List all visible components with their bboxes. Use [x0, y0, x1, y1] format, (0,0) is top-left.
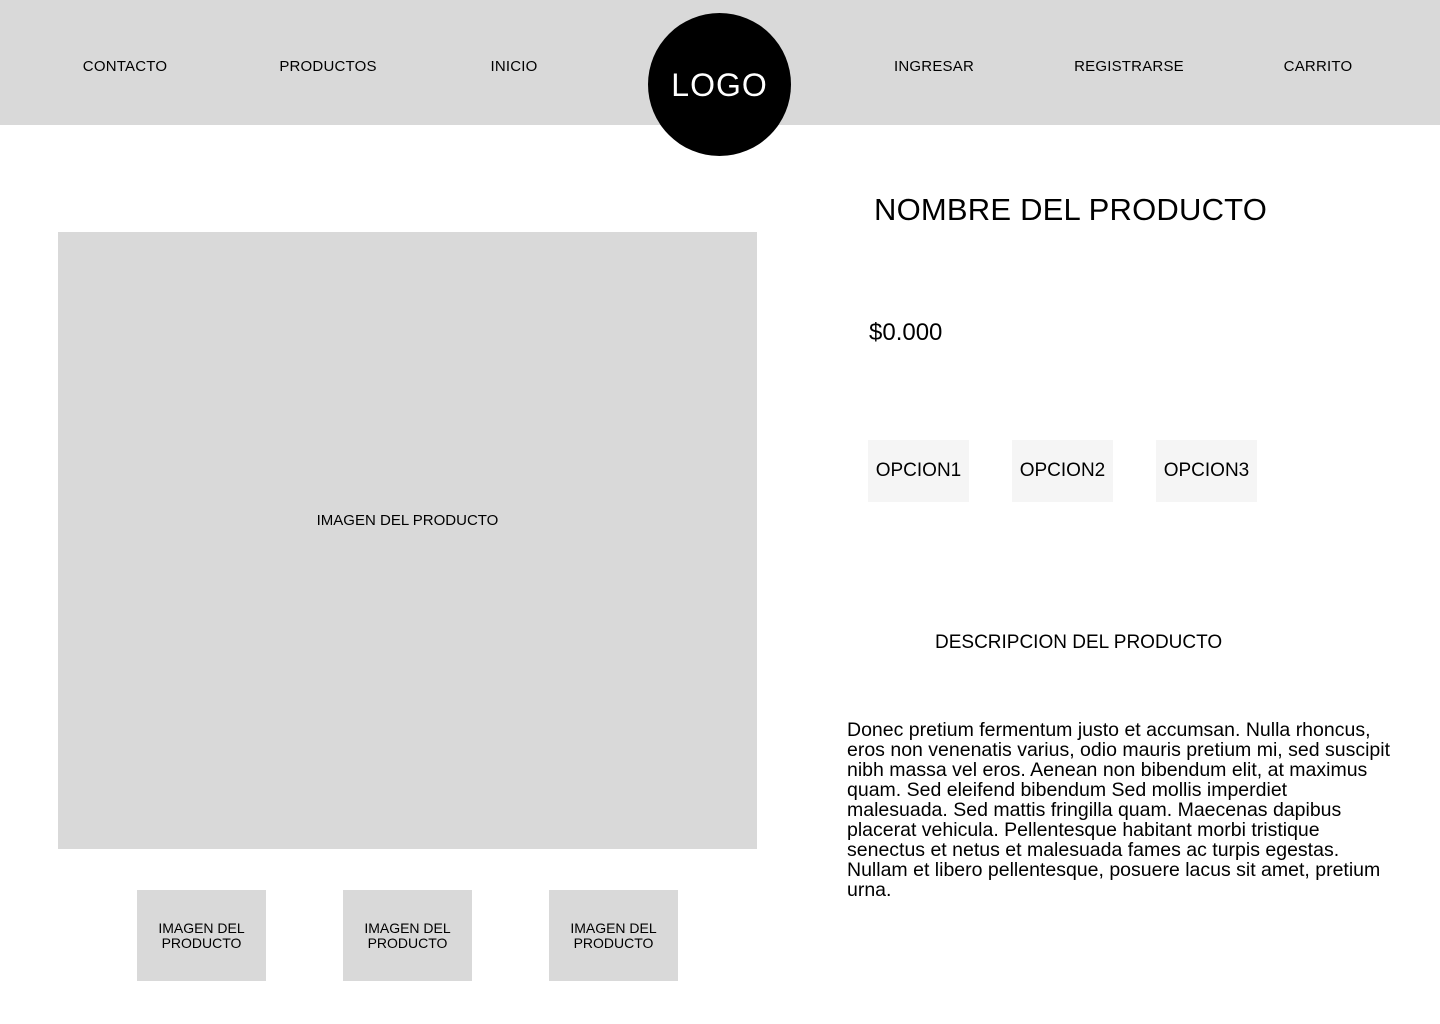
description-title: DESCRIPCION DEL PRODUCTO [935, 632, 1223, 653]
thumbnail-label: IMAGEN DEL PRODUCTO [570, 919, 657, 951]
product-thumbnail-3[interactable]: IMAGEN DEL PRODUCTO [549, 890, 678, 981]
description-text: Donec pretium fermentum justo et accumsa… [847, 719, 1390, 901]
thumbnail-label: IMAGEN DEL PRODUCTO [158, 919, 245, 951]
nav-link-registrarse[interactable]: REGISTRARSE [1074, 58, 1184, 75]
main-product-image: IMAGEN DEL PRODUCTO [58, 232, 757, 849]
nav-link-productos[interactable]: PRODUCTOS [279, 58, 376, 75]
nav-link-carrito[interactable]: CARRITO [1284, 58, 1353, 75]
logo-text: LOGO [671, 67, 768, 103]
product-name: NOMBRE DEL PRODUCTO [874, 192, 1268, 227]
product-price: $0.000 [869, 319, 943, 346]
product-thumbnail-1[interactable]: IMAGEN DEL PRODUCTO [137, 890, 266, 981]
product-thumbnail-2[interactable]: IMAGEN DEL PRODUCTO [343, 890, 472, 981]
thumbnail-label: IMAGEN DEL PRODUCTO [364, 919, 451, 951]
nav-link-contacto[interactable]: CONTACTO [83, 58, 167, 75]
option-button-2[interactable]: OPCION2 [1012, 440, 1113, 502]
site-logo[interactable]: LOGO [648, 13, 791, 156]
option-button-1[interactable]: OPCION1 [868, 440, 969, 502]
option-button-3[interactable]: OPCION3 [1156, 440, 1257, 502]
nav-link-inicio[interactable]: INICIO [490, 58, 537, 75]
nav-link-ingresar[interactable]: INGRESAR [894, 58, 974, 75]
main-product-image-label: IMAGEN DEL PRODUCTO [316, 512, 499, 529]
